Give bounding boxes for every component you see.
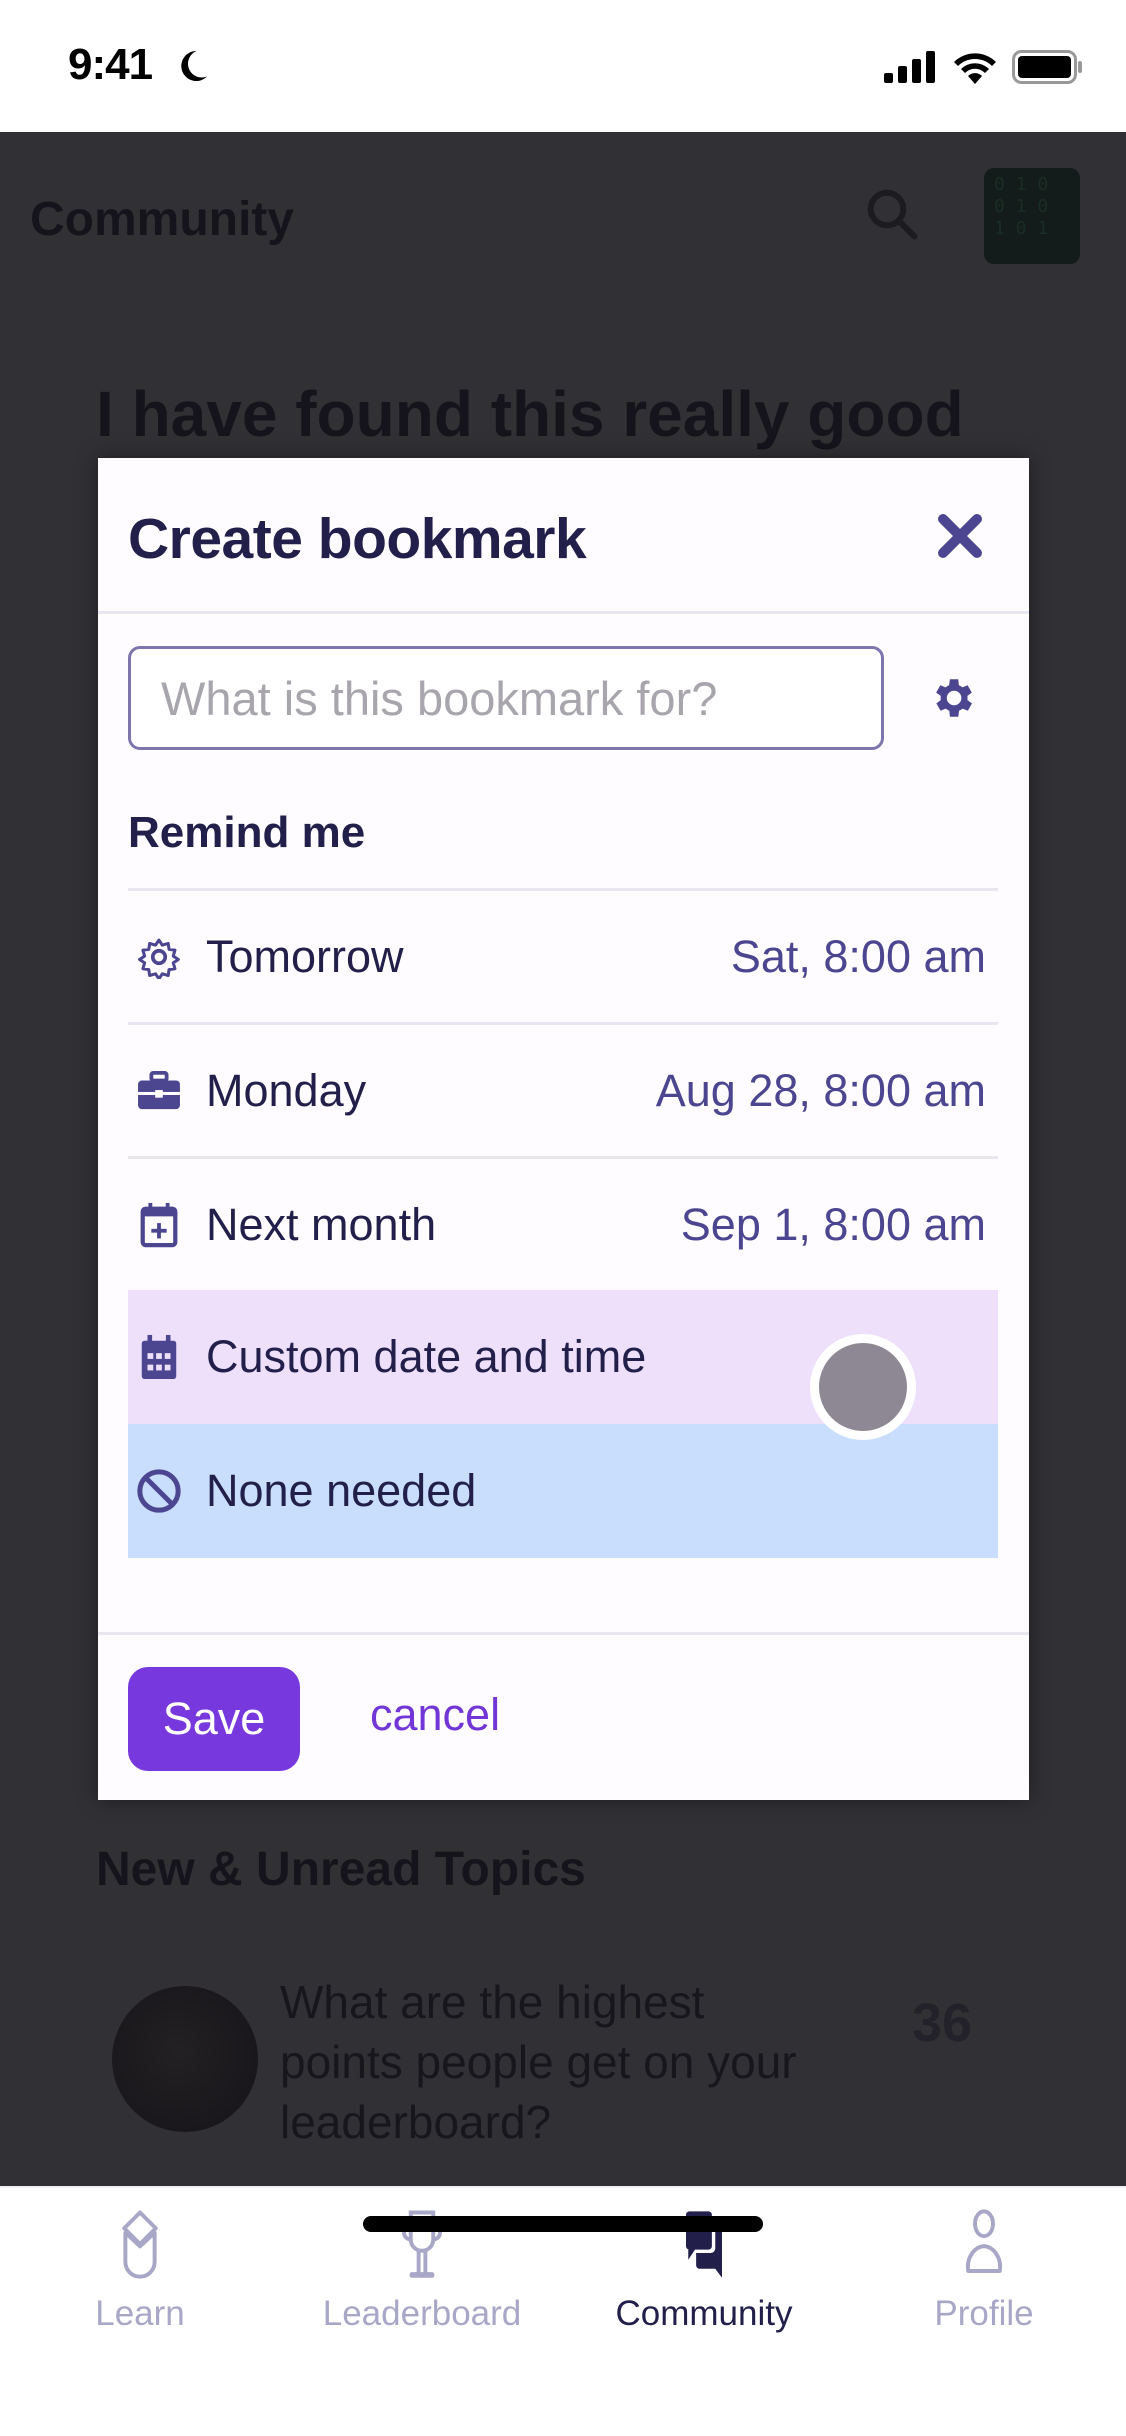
reminder-option-label: Custom date and time xyxy=(206,1331,647,1382)
moon-icon xyxy=(181,50,207,81)
remind-me-label: Remind me xyxy=(128,808,366,857)
sun-icon xyxy=(136,934,182,980)
ban-icon xyxy=(136,1468,182,1514)
tab-label: Community xyxy=(615,2294,793,2333)
tab-label: Leaderboard xyxy=(322,2294,522,2333)
reminder-option-custom[interactable]: Custom date and time xyxy=(128,1290,998,1424)
dialog-header: Create bookmark xyxy=(98,458,1029,614)
wifi-icon xyxy=(954,53,996,84)
tab-profile[interactable]: Profile xyxy=(864,2208,1104,2348)
bookmark-settings-button[interactable] xyxy=(924,670,980,726)
close-button[interactable] xyxy=(928,504,992,568)
calendar-icon xyxy=(136,1334,182,1380)
reminder-options: Tomorrow Sat, 8:00 am Monday Aug 28, 8:0… xyxy=(128,888,998,1558)
status-time: 9:41 xyxy=(68,40,153,89)
create-bookmark-dialog: Create bookmark Remind me Tomorrow Sat, … xyxy=(98,458,1029,1800)
reminder-option-time: Sat, 8:00 am xyxy=(730,930,986,982)
reminder-option-none[interactable]: None needed xyxy=(128,1424,998,1558)
reminder-option-next-month[interactable]: Next month Sep 1, 8:00 am xyxy=(128,1156,998,1290)
gear-icon xyxy=(936,679,972,717)
reminder-option-time: Aug 28, 8:00 am xyxy=(655,1064,986,1116)
graduation-cap-icon xyxy=(122,2210,158,2279)
tab-label: Profile xyxy=(934,2294,1034,2333)
user-icon xyxy=(965,2209,1003,2273)
save-button[interactable]: Save xyxy=(128,1667,300,1771)
status-bar: 9:41 xyxy=(0,0,1126,132)
bookmark-name-input[interactable] xyxy=(128,646,884,750)
calendar-plus-icon xyxy=(136,1202,182,1248)
dialog-footer: Save cancel xyxy=(98,1632,1029,1800)
reminder-option-label: Tomorrow xyxy=(206,930,404,982)
reminder-option-label: Monday xyxy=(206,1064,367,1116)
tab-label: Learn xyxy=(95,2294,185,2333)
battery-icon xyxy=(1012,50,1082,84)
reminder-option-time: Sep 1, 8:00 am xyxy=(680,1198,986,1250)
reminder-option-monday[interactable]: Monday Aug 28, 8:00 am xyxy=(128,1022,998,1156)
briefcase-icon xyxy=(136,1068,182,1114)
reminder-option-label: Next month xyxy=(206,1198,437,1250)
tab-learn[interactable]: Learn xyxy=(20,2208,260,2348)
reminder-option-label: None needed xyxy=(206,1465,477,1516)
dialog-title: Create bookmark xyxy=(128,507,587,571)
reminder-option-tomorrow[interactable]: Tomorrow Sat, 8:00 am xyxy=(128,888,998,1022)
status-indicators xyxy=(884,50,1084,84)
cellular-signal-icon xyxy=(884,51,935,83)
close-icon xyxy=(938,514,982,558)
cancel-button[interactable]: cancel xyxy=(370,1689,500,1741)
home-indicator[interactable] xyxy=(363,2216,763,2232)
